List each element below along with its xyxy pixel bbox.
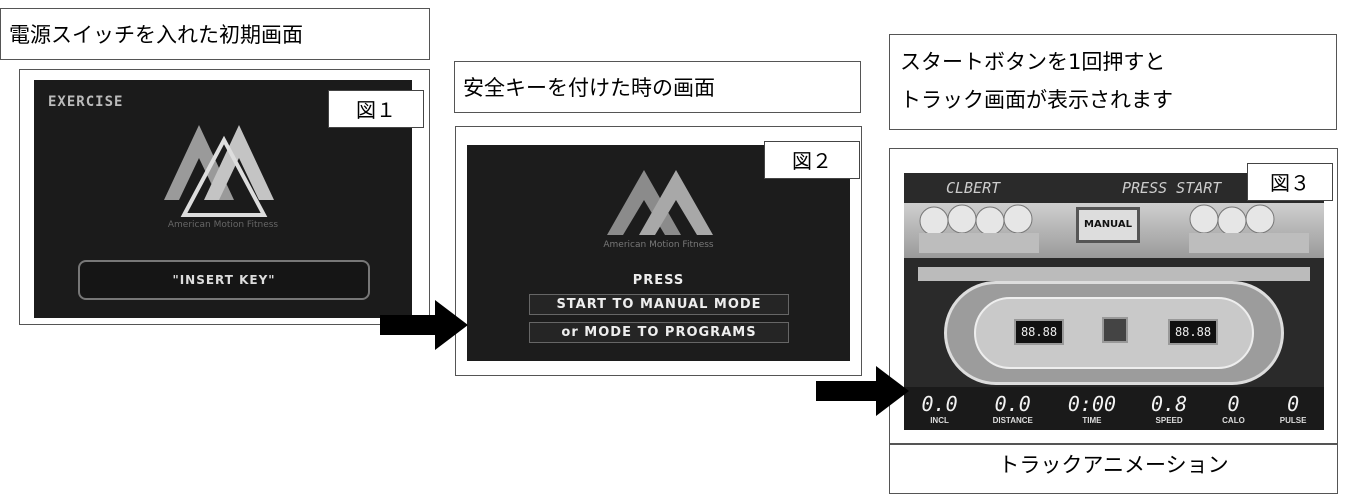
stat-calo: 0 CALO (1222, 392, 1245, 425)
brand-text: American Motion Fitness (603, 240, 714, 250)
stat-distance: 0.0 DISTANCE (992, 392, 1033, 425)
insert-key-button: "INSERT KEY" (78, 260, 370, 300)
caption-power-on-text: 電源スイッチを入れた初期画面 (9, 23, 303, 47)
start-manual-button: START TO MANUAL MODE (529, 294, 789, 315)
press-label: PRESS (632, 273, 685, 288)
figure-3-frame: CLBERT PRESS START MANUAL 88.88 88.88 0.… (889, 148, 1338, 444)
stat-incl: 0.0 INCL (921, 392, 958, 425)
caption-start-button: スタートボタンを1回押すと トラック画面が表示されます (889, 34, 1337, 130)
manual-mode-badge: MANUAL (1076, 207, 1140, 243)
right-display: 88.88 (1168, 319, 1218, 345)
manual-mode-label: MANUAL (1084, 219, 1132, 230)
figure-1-frame: EXERCISE American Motion Fitness "INSERT… (19, 69, 430, 325)
arrow-right-icon (380, 300, 468, 350)
figure-2-frame: American Motion Fitness PRESS START TO M… (455, 126, 862, 376)
top-right-text: PRESS START (1122, 179, 1222, 197)
stats-bar: 0.0 INCL 0.0 DISTANCE 0:00 TIME 0.8 SPEED 0C… (904, 387, 1324, 430)
start-manual-label: START TO MANUAL MODE (556, 297, 762, 312)
insert-key-label: "INSERT KEY" (172, 273, 276, 287)
caption-safety-key-text: 安全キーを付けた時の画面 (463, 76, 715, 100)
stat-pulse: 0 PULSE (1279, 392, 1307, 425)
stat-time: 0:00 TIME (1067, 392, 1117, 425)
figure-3-label: 図３ (1247, 163, 1333, 201)
caption-track-animation: トラックアニメーション (889, 444, 1338, 494)
mode-programs-label: or MODE TO PROGRAMS (561, 325, 757, 340)
center-indicator-icon (1102, 317, 1128, 343)
left-display: 88.88 (1014, 319, 1064, 345)
screen-track: CLBERT PRESS START MANUAL 88.88 88.88 0.… (904, 173, 1324, 430)
stat-speed: 0.8 SPEED (1151, 392, 1188, 425)
mode-programs-button: or MODE TO PROGRAMS (529, 322, 789, 343)
caption-power-on: 電源スイッチを入れた初期画面 (0, 8, 430, 60)
figure-2-label: 図２ (764, 141, 860, 179)
arrow-right-icon (816, 366, 909, 416)
brand-text: American Motion Fitness (167, 220, 279, 230)
caption-start-line2: トラック画面が表示されます (900, 88, 1173, 112)
caption-track-animation-text: トラックアニメーション (998, 453, 1229, 477)
caption-start-line1: スタートボタンを1回押すと (900, 50, 1166, 74)
caption-safety-key: 安全キーを付けた時の画面 (454, 61, 861, 113)
figure-1-label: 図１ (328, 90, 424, 128)
track-straight (918, 267, 1310, 281)
top-left-text: CLBERT (946, 179, 1001, 197)
